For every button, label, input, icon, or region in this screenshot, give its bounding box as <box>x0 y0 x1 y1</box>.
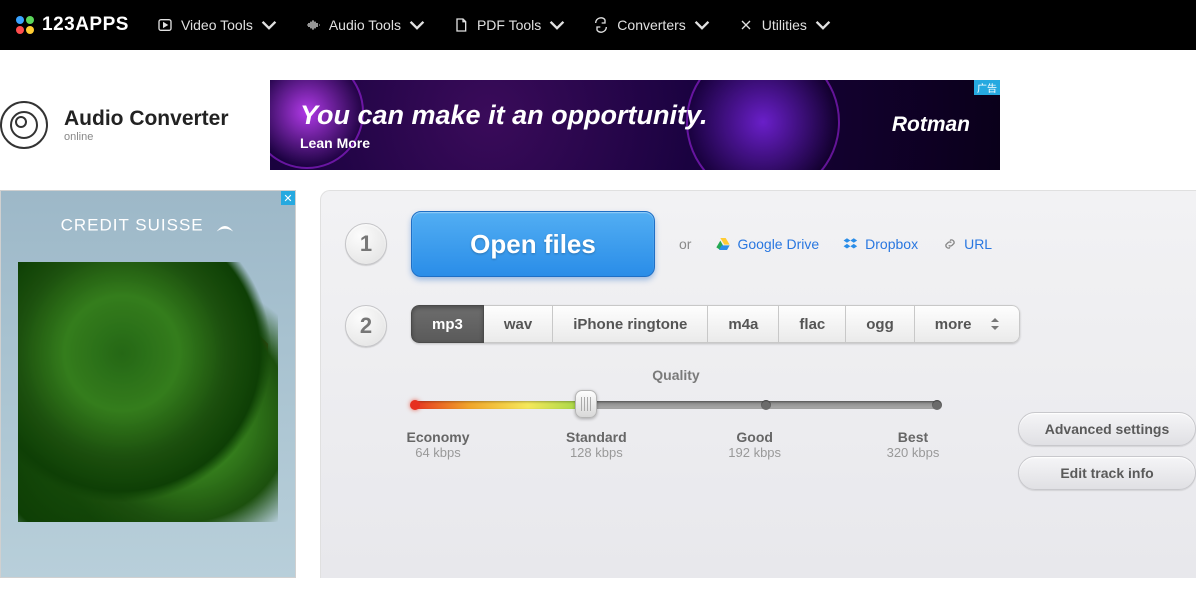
slider-tick-best[interactable] <box>932 400 942 410</box>
sort-icon <box>991 318 999 330</box>
nav-utilities[interactable]: Utilities <box>738 17 831 33</box>
nav-video-tools[interactable]: Video Tools <box>157 17 277 33</box>
ad-brand: Rotman <box>892 113 970 137</box>
slider-handle[interactable] <box>575 390 597 418</box>
nav-converters[interactable]: Converters <box>593 17 709 33</box>
format-more[interactable]: more <box>915 305 1021 343</box>
slider-tick-good[interactable] <box>761 400 771 410</box>
ad-banner-top[interactable]: You can make it an opportunity. Lean Mor… <box>270 80 1000 170</box>
quality-standard: Standard 128 kbps <box>556 429 636 460</box>
play-icon <box>157 17 173 33</box>
chevron-down-icon <box>261 17 277 33</box>
brand-row: Audio Converter online You can make it a… <box>0 50 1196 190</box>
credit-suisse-icon <box>213 215 235 237</box>
google-drive-icon <box>715 236 731 252</box>
convert-icon <box>593 17 609 33</box>
nav-pdf-tools[interactable]: PDF Tools <box>453 17 565 33</box>
site-name: 123APPS <box>42 14 129 36</box>
ad-label: 广告 <box>974 80 1000 95</box>
or-label: or <box>679 236 691 252</box>
advanced-settings-button[interactable]: Advanced settings <box>1018 412 1196 446</box>
quality-best: Best 320 kbps <box>873 429 953 460</box>
google-drive-link[interactable]: Google Drive <box>715 236 819 252</box>
nav-audio-tools[interactable]: Audio Tools <box>305 17 425 33</box>
step-number-2: 2 <box>345 305 387 347</box>
tools-icon <box>738 17 754 33</box>
ad-side-brand: CREDIT SUISSE <box>1 191 295 237</box>
ad-cta: Lean More <box>300 135 708 151</box>
chevron-down-icon <box>549 17 565 33</box>
format-m4a[interactable]: m4a <box>708 305 779 343</box>
open-files-button[interactable]: Open files <box>411 211 655 277</box>
slider-tick-economy[interactable] <box>410 400 420 410</box>
step-1: 1 Open files or Google Drive Dropbox URL <box>321 211 1196 277</box>
side-buttons: Advanced settings Edit track info <box>1018 412 1196 490</box>
dropbox-icon <box>843 236 859 252</box>
url-link[interactable]: URL <box>942 236 992 252</box>
logo-dots-icon <box>16 16 34 34</box>
audio-converter-icon <box>0 101 48 149</box>
main: ✕ CREDIT SUISSE 1 Open files or Google D… <box>0 190 1196 578</box>
format-flac[interactable]: flac <box>779 305 846 343</box>
chevron-down-icon <box>694 17 710 33</box>
quality-economy: Economy 64 kbps <box>398 429 478 460</box>
dropbox-link[interactable]: Dropbox <box>843 236 918 252</box>
app-brand: Audio Converter online <box>0 101 260 149</box>
link-icon <box>942 236 958 252</box>
format-wav[interactable]: wav <box>484 305 553 343</box>
edit-track-info-button[interactable]: Edit track info <box>1018 456 1196 490</box>
chevron-down-icon <box>815 17 831 33</box>
ad-headline: You can make it an opportunity. <box>300 100 708 131</box>
document-icon <box>453 17 469 33</box>
quality-slider[interactable] <box>411 393 941 415</box>
quality-good: Good 192 kbps <box>715 429 795 460</box>
ad-banner-side[interactable]: ✕ CREDIT SUISSE <box>0 190 296 578</box>
site-logo[interactable]: 123APPS <box>16 14 129 36</box>
step-number-1: 1 <box>345 223 387 265</box>
format-ogg[interactable]: ogg <box>846 305 915 343</box>
quality-labels: Economy 64 kbps Standard 128 kbps Good 1… <box>398 429 953 460</box>
format-mp3[interactable]: mp3 <box>411 305 484 343</box>
app-title: Audio Converter <box>64 107 229 131</box>
ad-close-icon[interactable]: ✕ <box>281 191 295 205</box>
app-subtitle: online <box>64 131 229 143</box>
step-2: 2 mp3 wav iPhone ringtone m4a flac ogg m… <box>321 305 1196 347</box>
top-nav: 123APPS Video Tools Audio Tools PDF Tool… <box>0 0 1196 50</box>
converter-panel: 1 Open files or Google Drive Dropbox URL… <box>320 190 1196 578</box>
format-tabs: mp3 wav iPhone ringtone m4a flac ogg mor… <box>411 305 1020 343</box>
audio-wave-icon <box>305 17 321 33</box>
chevron-down-icon <box>409 17 425 33</box>
quality-label: Quality <box>411 367 941 383</box>
format-iphone-ringtone[interactable]: iPhone ringtone <box>553 305 708 343</box>
